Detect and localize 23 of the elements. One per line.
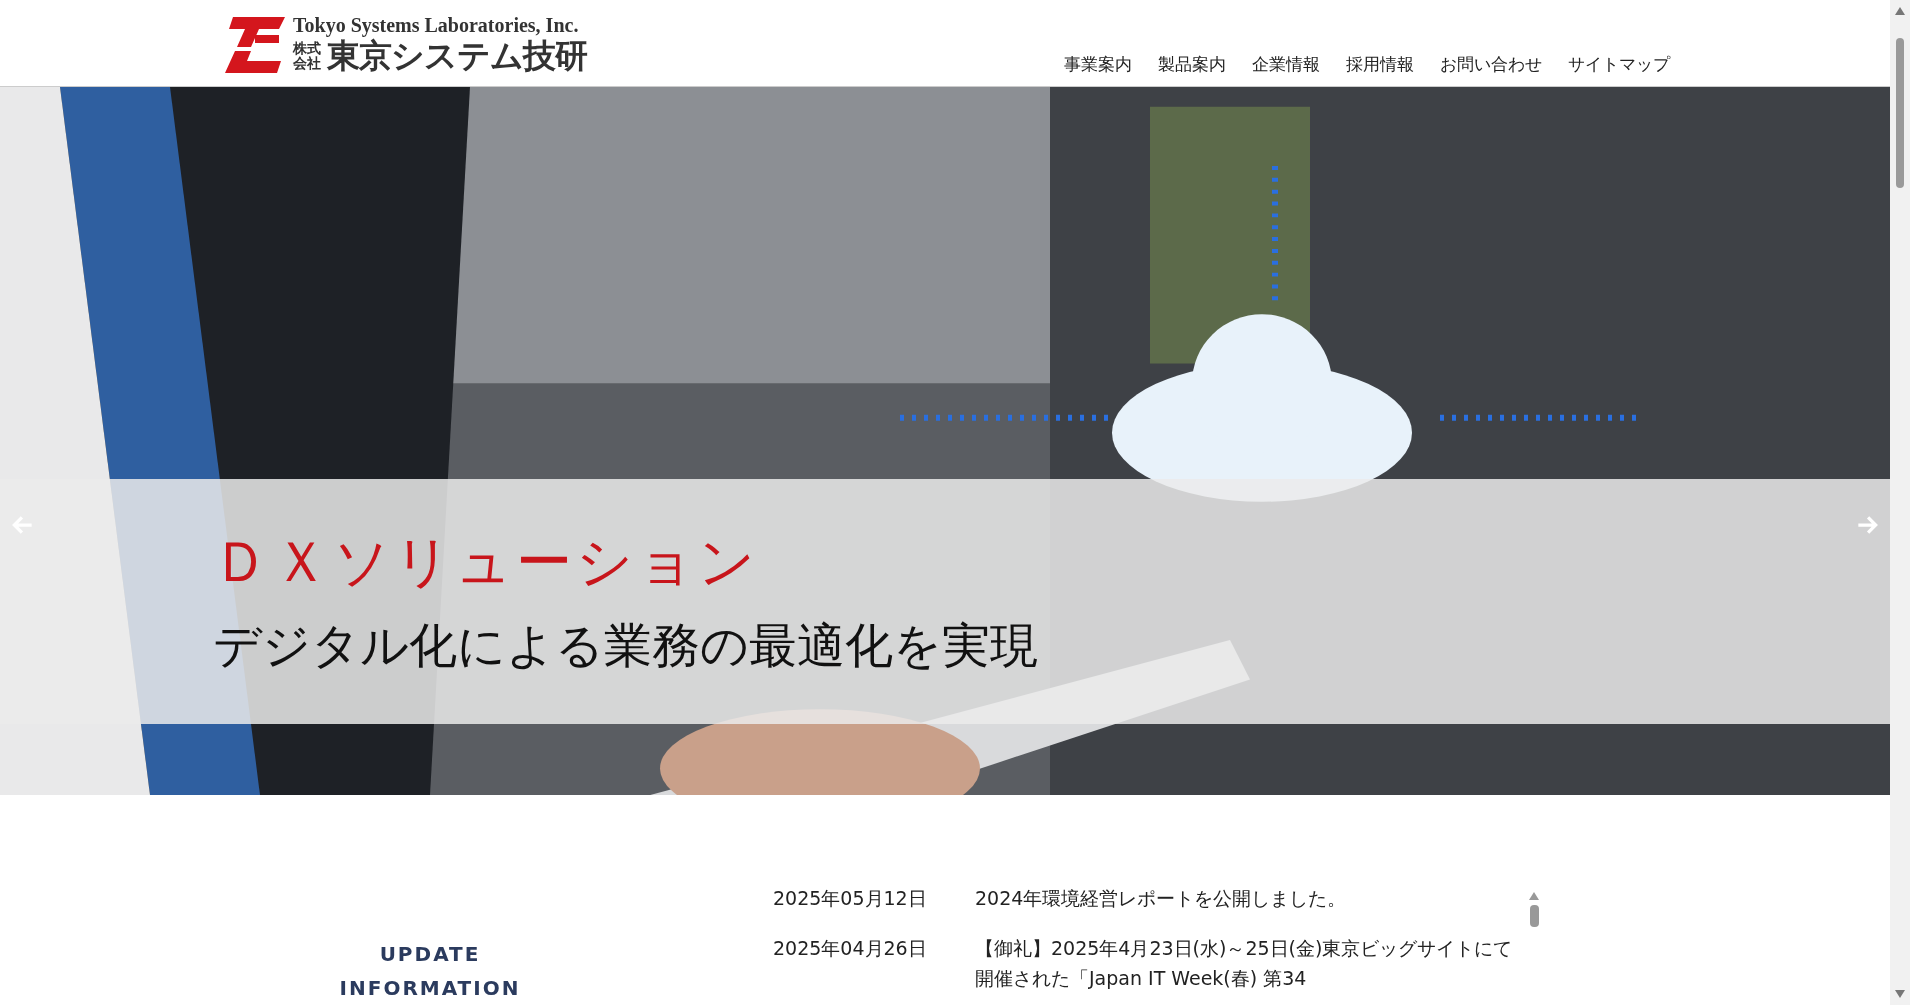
nav-link[interactable]: 製品案内 <box>1158 52 1226 76</box>
nav-link[interactable]: 事業案内 <box>1064 52 1132 76</box>
scroll-up-icon[interactable] <box>1528 891 1540 901</box>
nav-link[interactable]: お問い合わせ <box>1440 52 1542 76</box>
news-link[interactable]: 【御礼】2025年4月23日(水)～25日(金)東京ビッグサイトにて開催された「Japan IT Week(春) 第34 <box>975 933 1513 993</box>
scroll-down-icon[interactable] <box>1894 989 1906 999</box>
section-heading: INFORMATION <box>339 975 521 1002</box>
hero-subtitle: デジタル化による業務の最適化を実現 <box>213 616 1038 676</box>
corporate-prefix: 会社 <box>293 55 321 71</box>
corporate-prefix: 株式 <box>293 40 321 56</box>
logo-icon <box>225 16 285 73</box>
news-date: 2025年05月12日 <box>773 886 928 911</box>
scroll-up-icon[interactable] <box>1894 6 1906 16</box>
nav-link[interactable]: 企業情報 <box>1252 52 1320 76</box>
company-english-name: Tokyo Systems Laboratories, Inc. <box>293 13 580 36</box>
scrollbar-thumb[interactable] <box>1529 905 1539 927</box>
section-heading: UPDATE <box>379 941 481 968</box>
news-date: 2025年04月26日 <box>773 936 928 961</box>
nav-link[interactable]: サイトマップ <box>1568 52 1670 76</box>
hero-title: ＤＸソリューション <box>213 528 759 597</box>
nav-link[interactable]: 採用情報 <box>1346 52 1414 76</box>
news-link[interactable]: 2024年環境経営レポートを公開しました。 <box>975 883 1513 913</box>
scrollbar-thumb[interactable] <box>1896 38 1904 188</box>
